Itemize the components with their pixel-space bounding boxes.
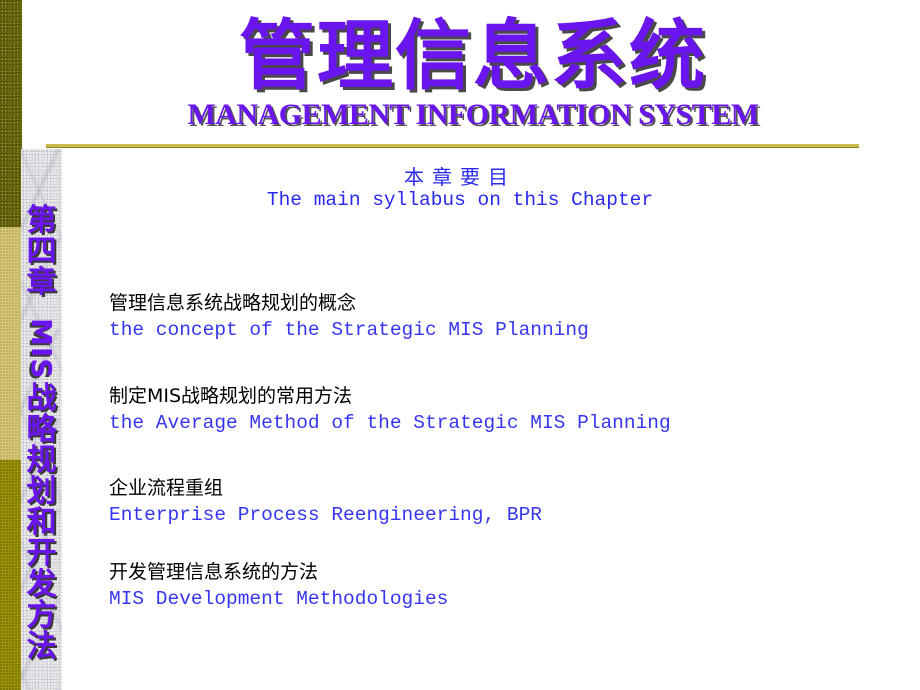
topic-item: 开发管理信息系统的方法 MIS Development Methodologie… <box>109 559 448 613</box>
side-char: 划 <box>26 474 57 510</box>
topic-english: Enterprise Process Reengineering, BPR <box>109 504 542 526</box>
side-char: 开 <box>26 536 57 572</box>
topic-chinese: 制定MIS战略规划的常用方法 <box>109 385 353 407</box>
topic-chinese: 开发管理信息系统的方法 <box>109 561 319 583</box>
side-char: 发 <box>26 567 57 603</box>
topic-english: the concept of the Strategic MIS Plannin… <box>109 319 589 341</box>
slide-title-chinese: 管理信息系统 <box>239 11 707 100</box>
slide-title-english: MANAGEMENT INFORMATION SYSTEM <box>187 98 759 131</box>
title-separator <box>46 144 859 148</box>
topic-english: the Average Method of the Strategic MIS … <box>109 412 671 434</box>
topic-chinese: 管理信息系统战略规划的概念 <box>109 292 357 314</box>
topic-item: 制定MIS战略规划的常用方法 the Average Method of the… <box>109 383 671 437</box>
topic-item: 企业流程重组 Enterprise Process Reengineering,… <box>109 475 542 529</box>
side-char: 规 <box>26 443 57 479</box>
syllabus-heading-chinese: 本章要目 <box>404 165 516 189</box>
left-strip-khaki <box>0 227 22 460</box>
side-mis-rotated: MIS <box>25 318 58 380</box>
side-char: 方 <box>26 598 57 634</box>
side-char: 法 <box>26 629 57 665</box>
side-char: 和 <box>26 505 57 541</box>
syllabus-heading-english: The main syllabus on this Chapter <box>266 189 654 211</box>
side-char: 章 <box>26 265 57 300</box>
side-char: 四 <box>26 234 57 269</box>
topic-chinese: 企业流程重组 <box>109 477 224 499</box>
side-char: 略 <box>26 412 57 448</box>
chapter-side-title: 第 四 章 MIS 战 略 规 划 和 开 发 方 法 <box>21 205 62 662</box>
topic-english: MIS Development Methodologies <box>109 588 449 610</box>
left-strip-olive <box>0 460 22 690</box>
side-char: 战 <box>26 381 57 417</box>
topic-item: 管理信息系统战略规划的概念 the concept of the Strateg… <box>109 290 589 344</box>
